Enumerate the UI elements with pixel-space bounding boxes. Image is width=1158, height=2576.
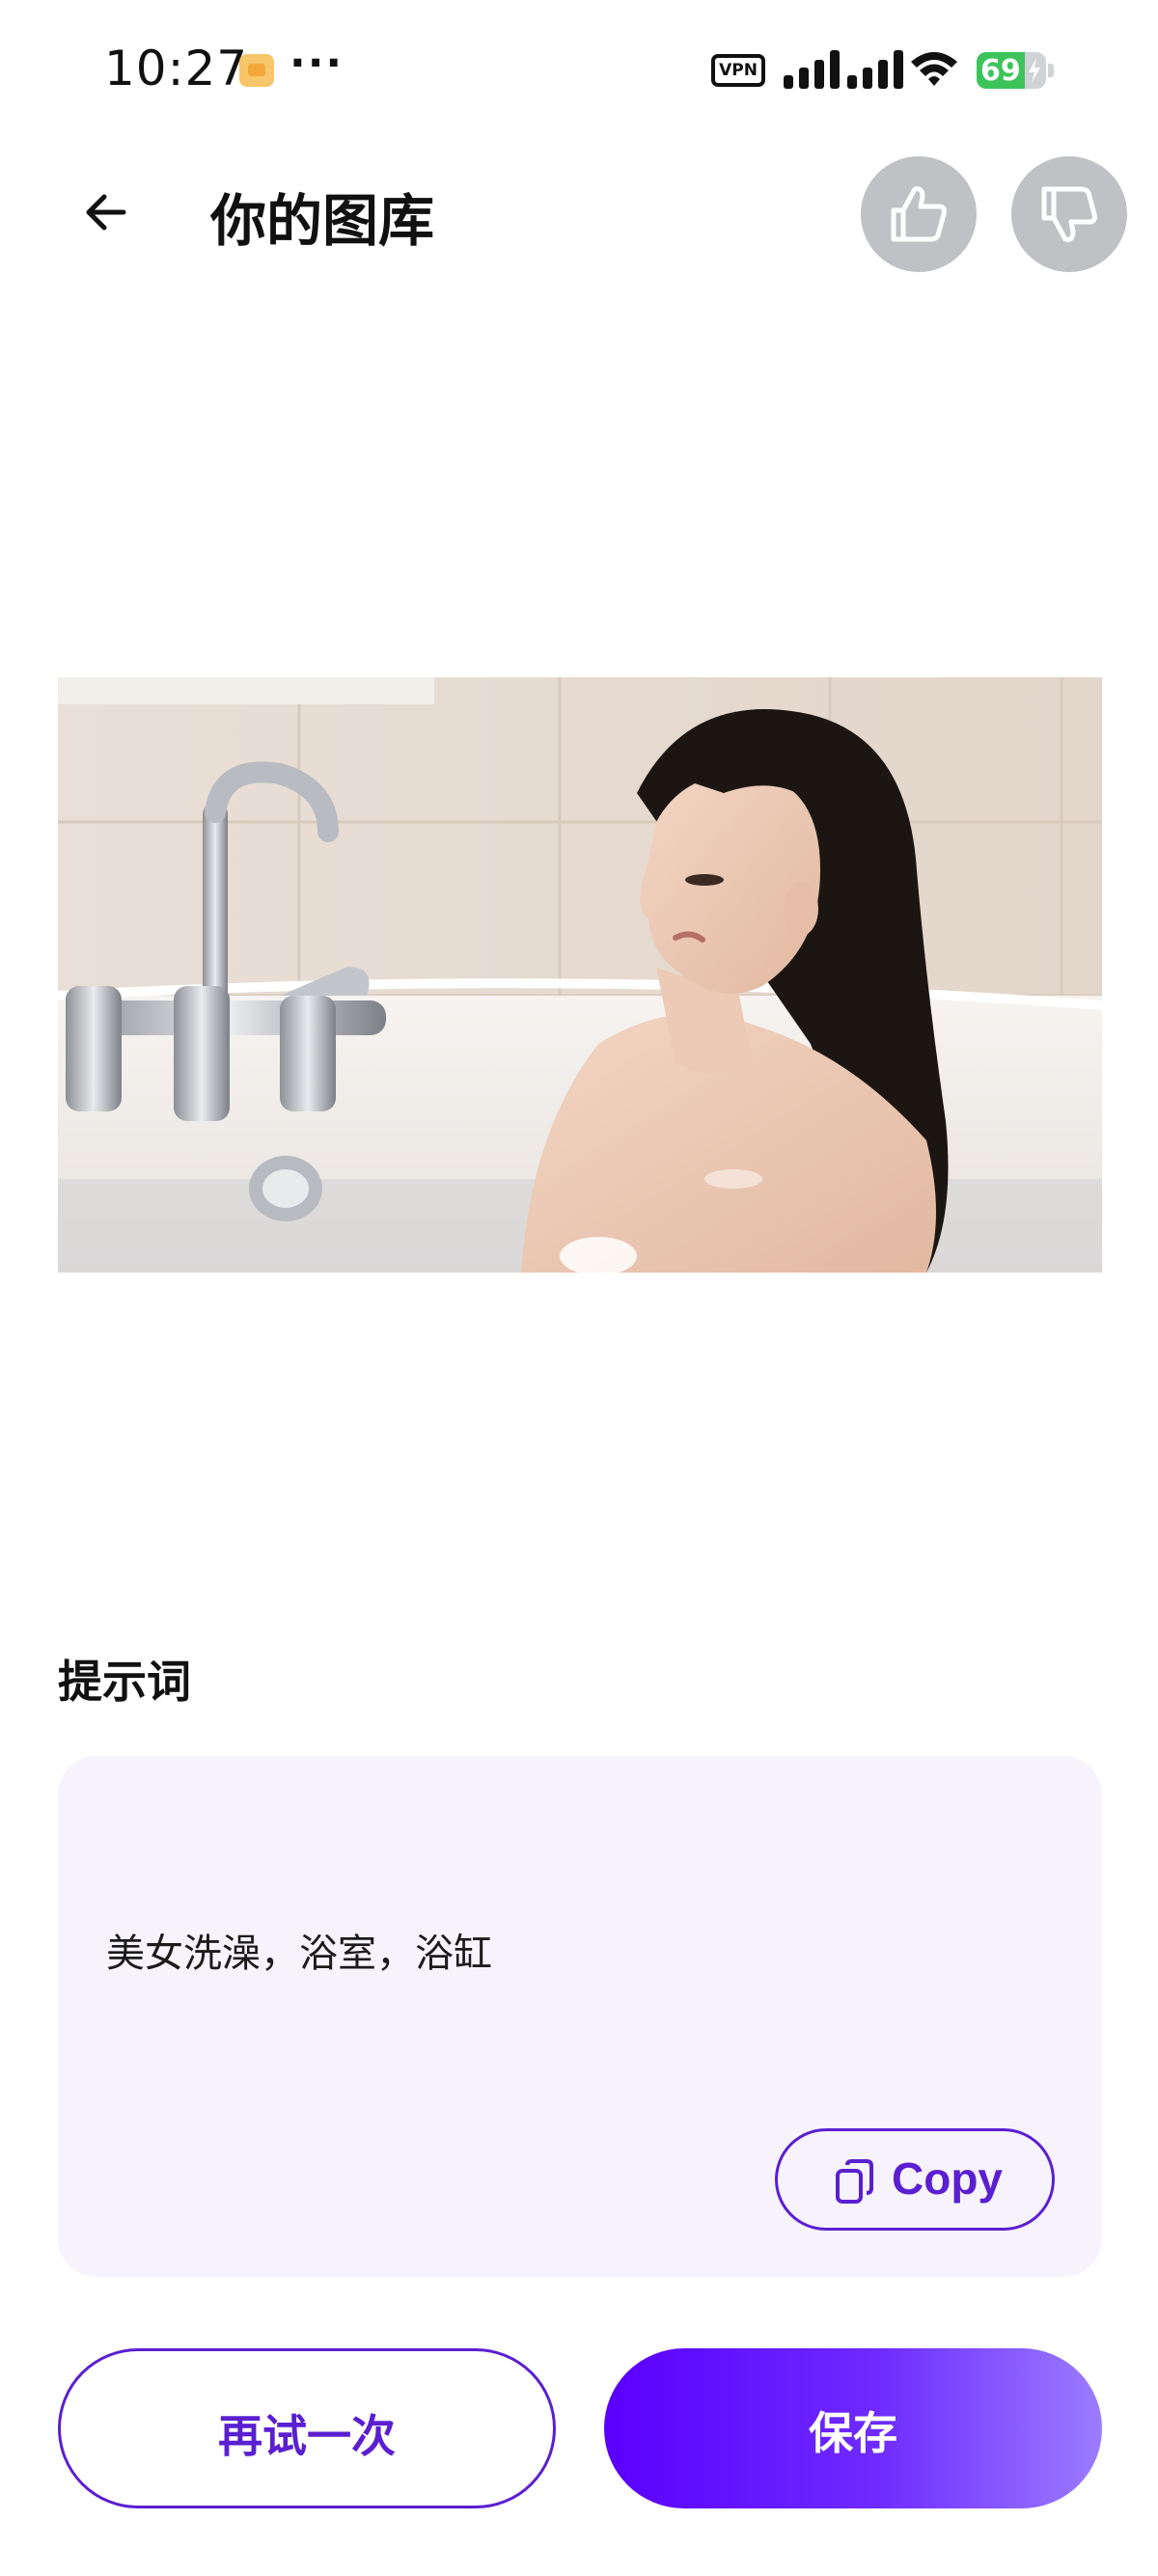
retry-label: 再试一次 — [218, 2410, 396, 2462]
thumbs-up-icon — [891, 186, 947, 242]
arrow-left-icon — [86, 194, 126, 231]
retry-button[interactable]: 再试一次 — [58, 2348, 556, 2508]
vpn-icon: VPN — [711, 54, 765, 87]
battery-charging-icon: 69 — [977, 52, 1054, 89]
wifi-icon — [911, 52, 957, 86]
generated-image[interactable] — [58, 677, 1102, 1273]
like-button[interactable] — [861, 156, 977, 272]
page-title: 你的图库 — [210, 188, 435, 254]
copy-label: Copy — [892, 2153, 1003, 2204]
save-label: 保存 — [809, 2407, 897, 2459]
status-bar: 10:27 ··· VPN 69 — [0, 0, 1158, 135]
more-indicator: ··· — [290, 39, 345, 88]
status-time: 10:27 — [104, 41, 249, 96]
prompt-heading: 提示词 — [58, 1656, 191, 1708]
back-button[interactable] — [68, 174, 164, 251]
copy-icon — [836, 2159, 873, 2204]
dislike-button[interactable] — [1011, 156, 1127, 272]
save-button[interactable]: 保存 — [604, 2348, 1102, 2508]
prompt-card: 美女洗澡，浴室，浴缸 Copy — [58, 1756, 1102, 2277]
copy-button[interactable]: Copy — [775, 2128, 1055, 2231]
battery-level: 69 — [980, 54, 1021, 88]
notification-icon — [239, 54, 274, 87]
thumbs-down-icon — [1041, 186, 1097, 242]
prompt-text: 美女洗澡，浴室，浴缸 — [106, 1932, 492, 1976]
